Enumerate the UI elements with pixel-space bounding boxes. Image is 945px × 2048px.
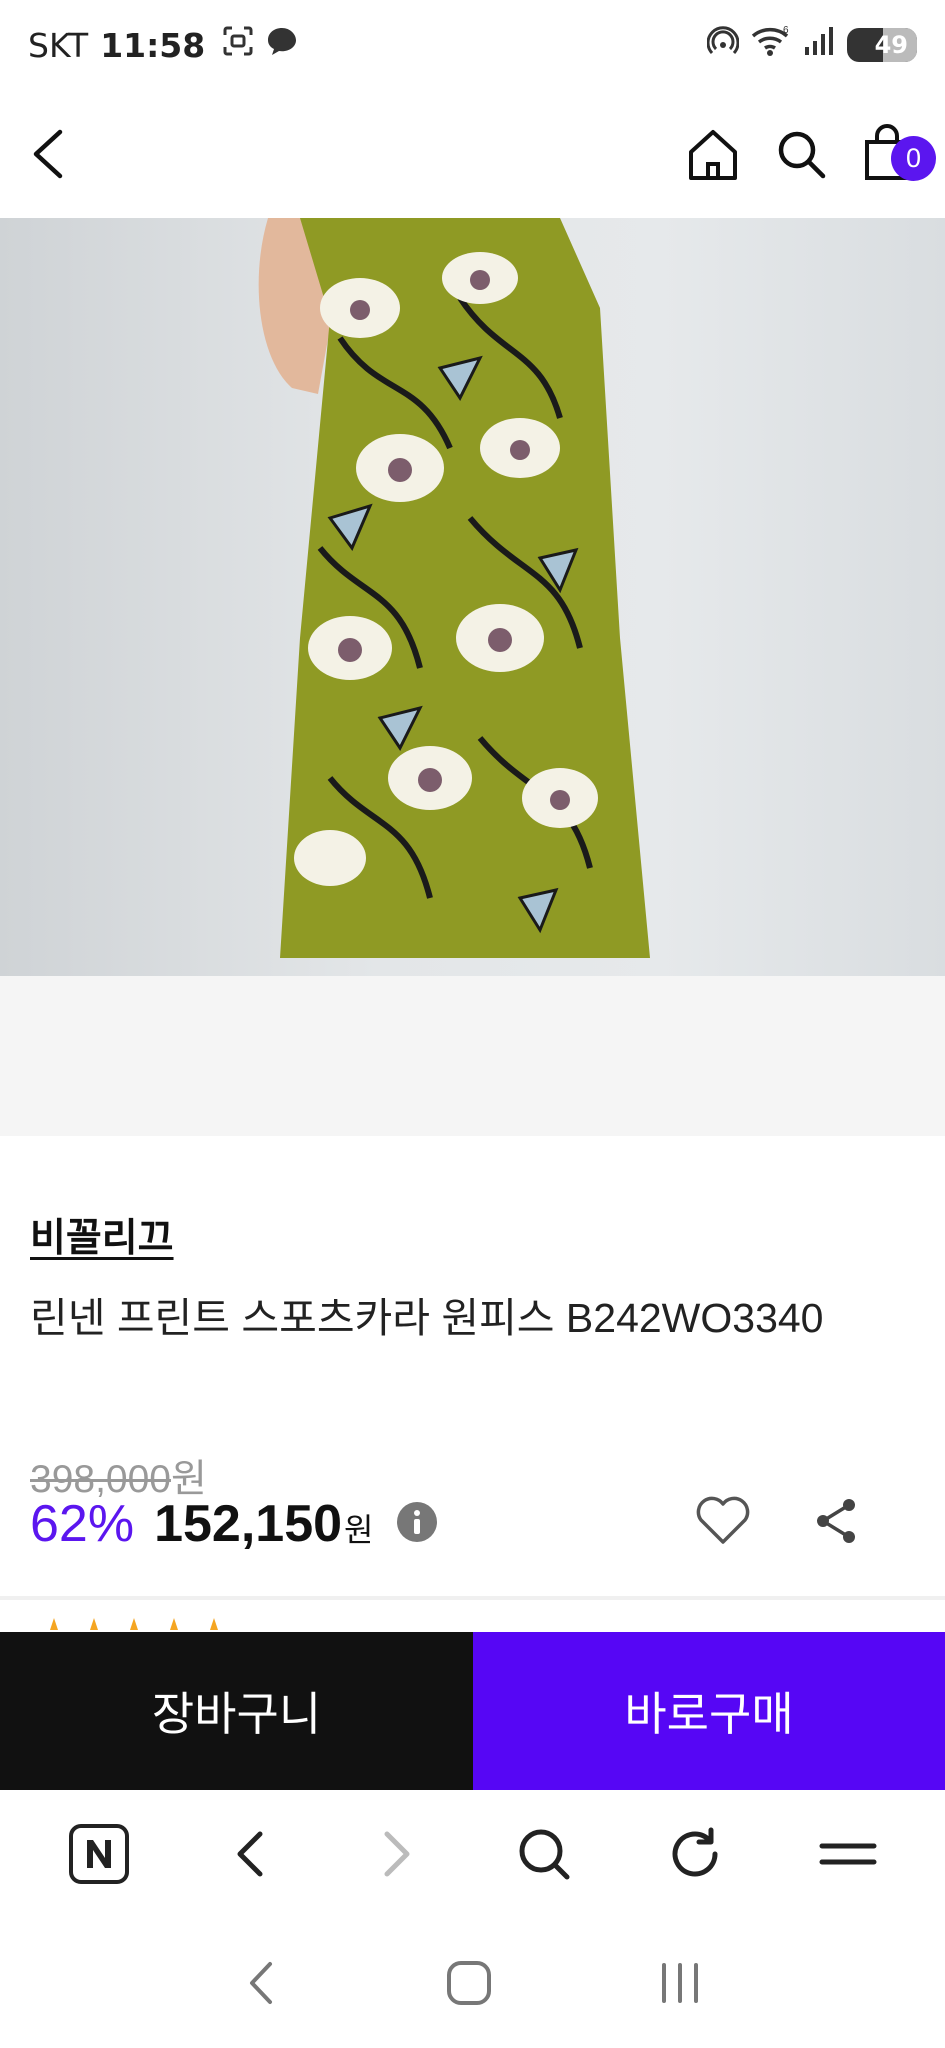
browser-refresh-button[interactable] xyxy=(667,1826,723,1886)
hotspot-icon xyxy=(706,25,740,65)
price-info-icon[interactable] xyxy=(396,1501,438,1548)
browser-forward-button[interactable] xyxy=(371,1824,421,1888)
product-actions xyxy=(695,1496,859,1550)
heart-icon xyxy=(696,1496,750,1544)
buy-now-button[interactable]: 바로구매 xyxy=(473,1632,945,1790)
browser-toolbar xyxy=(0,1790,945,1922)
discount-rate: 62% xyxy=(30,1495,135,1553)
naver-n-icon xyxy=(69,1824,130,1884)
search-icon xyxy=(778,131,826,179)
chevron-left-icon xyxy=(33,129,63,179)
back-button[interactable] xyxy=(24,124,74,184)
top-navigation: 0 xyxy=(0,90,945,218)
share-icon xyxy=(817,1499,855,1543)
recents-icon xyxy=(661,1963,698,2003)
status-bar: SKT 11:58 6 49 xyxy=(0,0,945,90)
screenshot-icon xyxy=(221,24,255,66)
wishlist-button[interactable] xyxy=(695,1496,751,1550)
browser-search-button[interactable] xyxy=(516,1826,572,1886)
arrow-left-icon xyxy=(237,1831,263,1877)
system-home-button[interactable] xyxy=(445,1959,493,2011)
home-button[interactable] xyxy=(685,126,741,182)
cart-count-badge: 0 xyxy=(891,136,936,181)
chevron-left-icon xyxy=(249,1962,272,2004)
product-image[interactable] xyxy=(0,218,945,976)
signal-icon xyxy=(803,25,835,65)
system-navigation-bar xyxy=(0,1922,945,2048)
sale-price-unit: 원 xyxy=(344,1512,374,1548)
home-icon xyxy=(689,130,737,180)
home-square-icon xyxy=(446,1961,491,2005)
browser-back-button[interactable] xyxy=(226,1824,276,1888)
image-gallery-spacer xyxy=(0,976,945,1136)
search-button[interactable] xyxy=(775,128,827,180)
clock: 11:58 xyxy=(100,25,206,65)
search-icon xyxy=(519,1829,570,1880)
add-to-cart-button[interactable]: 장바구니 xyxy=(0,1632,473,1790)
talk-icon xyxy=(265,24,299,66)
cart-button[interactable]: 0 xyxy=(861,124,936,184)
dress-photo xyxy=(258,218,650,958)
battery-indicator: 49 xyxy=(847,28,917,62)
wifi-icon: 6 xyxy=(751,24,791,66)
refresh-icon xyxy=(672,1827,718,1877)
product-title: 린넨 프린트 스포츠카라 원피스 B242WO3340 xyxy=(30,1295,824,1341)
brand-link[interactable]: 비꼴리끄 xyxy=(30,1207,174,1263)
hamburger-menu-icon xyxy=(819,1843,877,1865)
svg-text:6: 6 xyxy=(783,25,789,36)
share-button[interactable] xyxy=(813,1497,859,1549)
naver-home-button[interactable] xyxy=(67,1822,131,1890)
browser-menu-button[interactable] xyxy=(818,1834,878,1878)
system-recents-button[interactable] xyxy=(656,1959,704,2011)
sale-price: 152,150 xyxy=(154,1495,343,1553)
purchase-bar: 장바구니 바로구매 xyxy=(0,1632,945,1790)
system-back-button[interactable] xyxy=(242,1958,282,2012)
sale-price-row: 62% 152,150 원 xyxy=(30,1494,438,1554)
carrier-label: SKT xyxy=(28,25,89,65)
battery-level: 49 xyxy=(874,31,908,59)
section-divider xyxy=(0,1596,945,1600)
arrow-right-icon xyxy=(384,1831,410,1877)
